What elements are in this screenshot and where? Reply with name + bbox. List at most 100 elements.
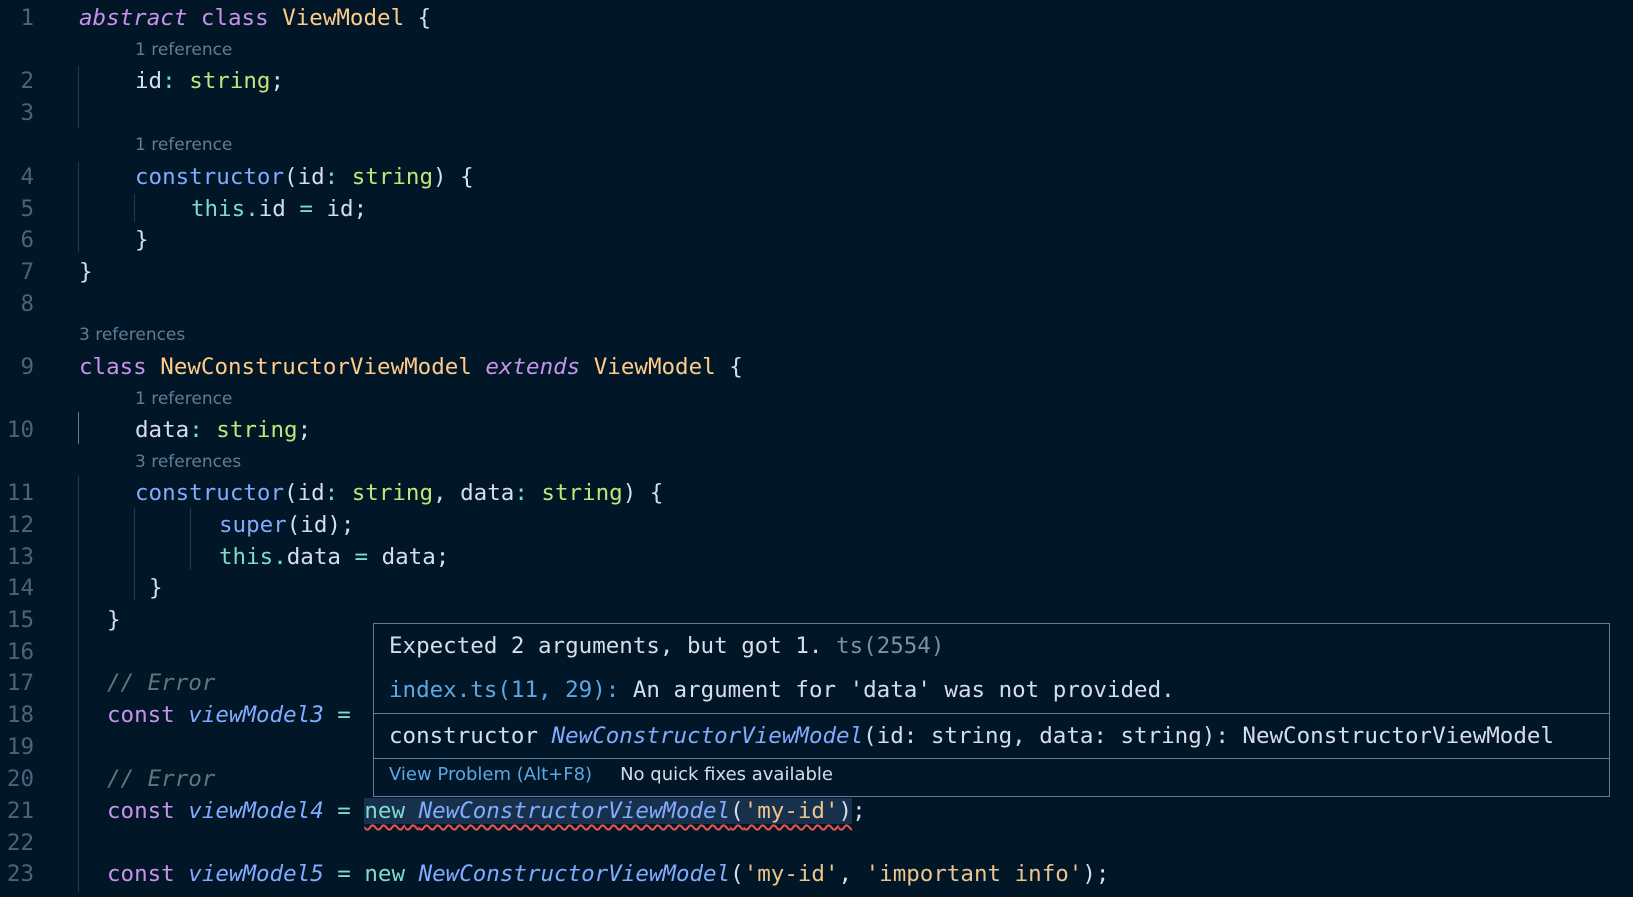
code-line[interactable]: const viewModel4 = new NewConstructorVie… [107,798,866,824]
code-line[interactable]: // Error [107,766,216,792]
related-location-link[interactable]: index.ts(11, 29): [389,677,619,703]
signature-keyword: constructor [389,723,539,749]
code-lens-references[interactable]: 3 references [135,453,241,471]
operator: = [337,861,351,887]
line-number: 6 [20,227,34,253]
error-squiggle-expression[interactable]: new NewConstructorViewModel('my-id') [364,798,853,824]
punctuation: : [189,417,203,443]
hover-divider [374,713,1609,714]
code-line[interactable]: constructor(id: string, data: string) { [135,480,663,506]
type: string [541,480,623,506]
operator: = [337,702,351,728]
type: string [351,164,434,190]
code-lens-references[interactable]: 1 reference [135,136,232,154]
parameter: id [297,480,325,506]
class-reference: NewConstructorViewModel [418,798,731,824]
brace: } [135,227,149,253]
signature-name: NewConstructorViewModel [551,723,864,749]
signature-params: (id: string, data: string): NewConstruct… [863,723,1554,749]
this-keyword: this [219,544,274,570]
code-line[interactable]: abstract class ViewModel { [79,5,432,31]
code-line[interactable]: } [149,577,163,600]
error-message: Expected 2 arguments, but got 1. [389,633,823,659]
punctuation: : [324,164,339,190]
code-line[interactable]: super(id); [219,512,355,538]
punctuation: . [273,544,287,570]
code-line[interactable]: this.id = id; [191,196,368,222]
line-number: 4 [20,164,34,190]
code-line[interactable]: data: string; [135,417,311,443]
code-editor[interactable]: 1 2 3 4 5 6 7 8 9 10 11 12 13 14 15 16 1… [0,0,1633,897]
line-number: 16 [6,639,34,665]
brace: } [107,607,121,633]
punctuation: ( [284,164,298,190]
line-number: 5 [20,196,34,222]
punctuation: ; [1095,861,1110,887]
hover-divider [374,758,1609,759]
parameter: data [460,480,515,506]
code-line[interactable]: } [79,261,93,284]
indent-guide [78,476,79,892]
keyword: const [107,861,175,887]
error-code: ts(2554) [836,633,945,659]
line-number: 1 [20,5,34,31]
indent-guide-active [78,412,79,444]
operator: = [337,798,351,824]
arguments: (id) [286,512,341,538]
code-lens-references[interactable]: 3 references [79,326,185,344]
punctuation: , [838,861,853,887]
string-literal: 'my-id' [743,798,839,824]
comment: // Error [107,766,216,792]
code-line[interactable]: } [135,227,149,253]
line-number: 15 [6,607,34,633]
punctuation: ; [353,196,368,222]
punctuation: . [245,196,259,222]
line-number: 23 [6,861,34,887]
code-line[interactable]: constructor(id: string) { [135,164,474,190]
hover-related-info-row: index.ts(11, 29): An argument for 'data'… [389,678,1175,702]
code-line[interactable]: id: string; [135,68,284,94]
class-name: NewConstructorViewModel [160,354,472,380]
code-line[interactable]: const viewModel3 = [107,702,351,728]
keyword: class [200,5,269,31]
operator: = [299,196,313,222]
punctuation: ; [435,544,450,570]
punctuation: , [433,480,447,506]
line-number: 11 [6,480,34,506]
brace: { [417,5,432,31]
variable-name: viewModel5 [188,861,324,887]
line-number: 3 [20,100,34,126]
no-quick-fixes-label: No quick fixes available [620,764,833,785]
brace: { [460,164,474,190]
line-number: 22 [6,830,34,856]
class-name: ViewModel [593,354,716,380]
code-lens-references[interactable]: 1 reference [135,41,232,59]
keyword: new [364,861,406,887]
keyword: extends [485,354,581,380]
property: id [258,196,286,222]
hover-status-bar: View Problem (Alt+F8) No quick fixes avai… [389,765,833,785]
code-lens-references[interactable]: 1 reference [135,390,232,408]
code-line[interactable]: const viewModel5 = new NewConstructorVie… [107,861,1110,887]
punctuation: ( [730,861,744,887]
code-line[interactable]: class NewConstructorViewModel extends Vi… [79,354,743,380]
punctuation: : [324,480,339,506]
code-line[interactable]: } [107,607,121,633]
punctuation: : [162,68,176,94]
string-literal: 'my-id' [743,861,839,887]
indent-guide [78,66,79,128]
code-line[interactable]: // Error [107,672,215,695]
variable-name: viewModel4 [188,798,324,824]
keyword: const [107,798,175,824]
punctuation: ; [340,512,355,538]
view-problem-link[interactable]: View Problem (Alt+F8) [389,764,592,785]
keyword: abstract [79,5,188,31]
punctuation: ( [284,480,298,506]
line-number: 20 [6,766,34,792]
line-number: 8 [20,291,34,317]
indent-guide [134,508,135,600]
class-name: ViewModel [282,5,405,31]
error-hover-widget[interactable]: Expected 2 arguments, but got 1. ts(2554… [373,623,1610,797]
constructor-keyword: constructor [135,164,285,190]
code-line[interactable]: this.data = data; [219,544,450,570]
